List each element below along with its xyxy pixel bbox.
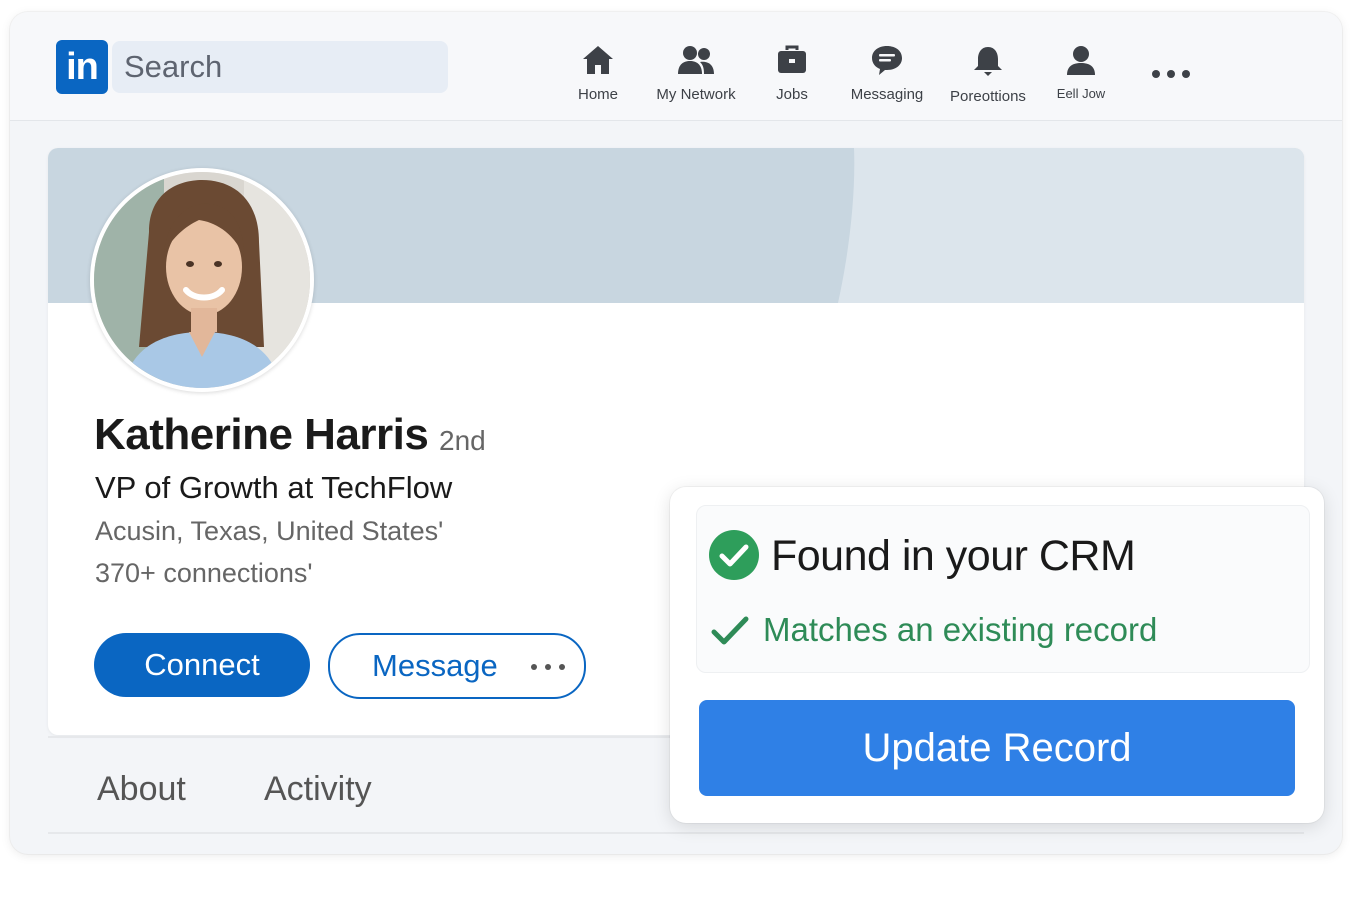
- update-record-button[interactable]: Update Record: [699, 700, 1295, 796]
- message-button-label: Message: [372, 648, 498, 683]
- home-icon: [583, 46, 613, 74]
- tabs-divider: [48, 736, 708, 738]
- message-button[interactable]: Message: [328, 633, 586, 699]
- nav-item-messaging[interactable]: Messaging: [832, 44, 942, 108]
- more-horizontal-icon[interactable]: [1148, 64, 1194, 84]
- network-icon: [678, 46, 714, 74]
- tab-activity[interactable]: Activity: [264, 770, 372, 809]
- nav-item-my-network[interactable]: My Network: [641, 44, 751, 108]
- tab-about[interactable]: About: [97, 770, 186, 809]
- nav-item-label: Home: [577, 86, 618, 103]
- avatar[interactable]: [90, 168, 314, 392]
- nav-item-label: Messaging: [850, 86, 924, 103]
- checkmark-icon: [711, 616, 749, 645]
- crm-status-subtitle: Matches an existing record: [763, 611, 1158, 648]
- profile-name: Katherine Harris: [94, 410, 429, 459]
- more-options-icon[interactable]: [530, 663, 566, 671]
- nav-item-label: Eell Jow: [1056, 86, 1106, 101]
- profile-headline: VP of Growth at TechFlow: [95, 470, 453, 505]
- briefcase-icon: [778, 45, 806, 73]
- chat-icon: [872, 46, 902, 75]
- search-input[interactable]: [112, 41, 448, 93]
- tabs-bottom-divider: [48, 832, 1304, 834]
- nav-item-home[interactable]: Home: [543, 44, 653, 108]
- nav-item-me[interactable]: Eell Jow: [1026, 44, 1136, 108]
- profile-location: Acusin, Texas, United States': [95, 516, 444, 546]
- crm-status-title: Found in your CRM: [771, 532, 1136, 580]
- nav-item-label: Jobs: [776, 86, 808, 103]
- nav-item-label: My Network: [656, 86, 736, 103]
- nav-item-jobs[interactable]: Jobs: [737, 44, 847, 108]
- crm-popup: Found in your CRM Matches an existing re…: [670, 487, 1324, 823]
- top-navigation-bar: in Home My Network Jobs: [10, 12, 1342, 121]
- connect-button[interactable]: Connect: [94, 633, 310, 697]
- bell-icon: [974, 47, 1002, 76]
- linkedin-logo[interactable]: in: [56, 40, 108, 94]
- profile-connections[interactable]: 370+ connections': [95, 558, 313, 589]
- crm-match-panel: Found in your CRM Matches an existing re…: [696, 505, 1310, 673]
- check-circle-icon: [709, 530, 759, 580]
- connection-degree: 2nd: [439, 425, 486, 456]
- person-icon: [1067, 46, 1095, 75]
